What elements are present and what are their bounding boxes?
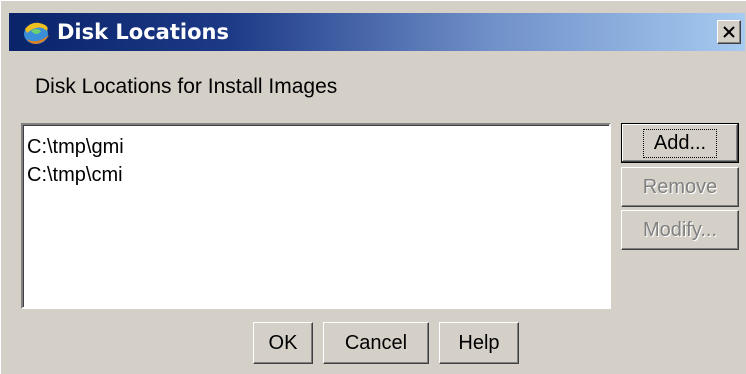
list-item[interactable]: C:\tmp\cmi (27, 161, 609, 189)
add-button-label: Add... (642, 128, 718, 158)
dialog-heading: Disk Locations for Install Images (35, 75, 338, 98)
title-bar[interactable]: Disk Locations (9, 13, 745, 51)
cancel-button[interactable]: Cancel (323, 322, 429, 364)
close-icon (723, 26, 735, 38)
disk-locations-list[interactable]: C:\tmp\gmi C:\tmp\cmi (21, 123, 611, 309)
close-button[interactable] (717, 20, 741, 44)
modify-button[interactable]: Modify... (621, 210, 739, 250)
window-title: Disk Locations (57, 20, 229, 44)
disk-locations-dialog: Disk Locations Disk Locations for Instal… (0, 0, 746, 374)
app-globe-icon (24, 22, 49, 44)
list-item[interactable]: C:\tmp\gmi (27, 133, 609, 161)
help-button-label: Help (458, 331, 500, 354)
remove-button[interactable]: Remove (621, 167, 739, 207)
cancel-button-label: Cancel (344, 331, 408, 354)
ok-button-label: OK (268, 331, 298, 354)
ok-button[interactable]: OK (253, 322, 313, 364)
modify-button-label: Modify... (642, 218, 718, 241)
add-button[interactable]: Add... (621, 123, 739, 163)
remove-button-label: Remove (642, 175, 718, 198)
help-button[interactable]: Help (439, 322, 519, 364)
